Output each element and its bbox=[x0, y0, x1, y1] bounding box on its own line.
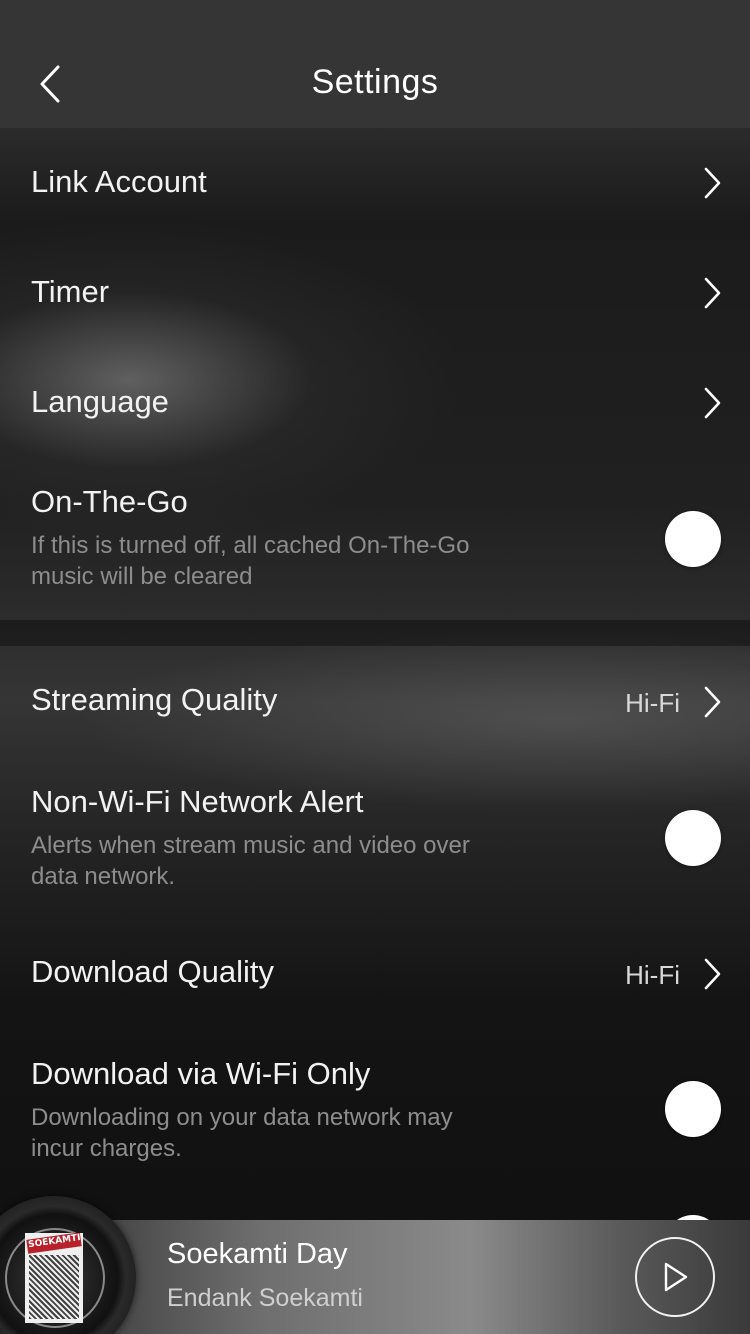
streaming-quality-row[interactable]: Streaming Quality Hi-Fi bbox=[0, 646, 750, 758]
download-wifi-only-description: Downloading on your data network may inc… bbox=[31, 1104, 453, 1162]
settings-screen: Settings Link Account Timer Language On-… bbox=[0, 0, 750, 1334]
timer-row[interactable]: Timer bbox=[0, 238, 750, 348]
chevron-right-icon bbox=[704, 958, 721, 990]
on-the-go-row: On-The-Go If this is turned off, all cac… bbox=[0, 458, 750, 620]
download-quality-label: Download Quality bbox=[31, 954, 274, 989]
album-art[interactable]: SOEKAMTI DAY bbox=[25, 1233, 83, 1323]
section-divider bbox=[0, 620, 750, 646]
non-wifi-alert-description: Alerts when stream music and video over … bbox=[31, 832, 470, 890]
play-button[interactable] bbox=[635, 1237, 715, 1317]
timer-label: Timer bbox=[31, 274, 110, 309]
on-the-go-description: If this is turned off, all cached On-The… bbox=[31, 532, 470, 590]
download-wifi-only-label: Download via Wi-Fi Only bbox=[31, 1056, 371, 1091]
link-account-label: Link Account bbox=[31, 164, 207, 199]
song-title: Soekamti Day bbox=[167, 1238, 348, 1270]
non-wifi-alert-row: Non-Wi-Fi Network Alert Alerts when stre… bbox=[0, 758, 750, 924]
language-label: Language bbox=[31, 384, 169, 419]
streaming-quality-label: Streaming Quality bbox=[31, 682, 278, 717]
on-the-go-toggle[interactable] bbox=[665, 511, 721, 567]
link-account-row[interactable]: Link Account bbox=[0, 128, 750, 238]
download-wifi-only-toggle[interactable] bbox=[665, 1081, 721, 1137]
streaming-quality-value: Hi-Fi bbox=[625, 688, 680, 718]
chevron-right-icon bbox=[704, 277, 721, 309]
page-title: Settings bbox=[311, 63, 439, 101]
song-artist: Endank Soekamti bbox=[167, 1284, 363, 1312]
chevron-right-icon bbox=[704, 686, 721, 718]
nav-header: Settings bbox=[0, 0, 750, 128]
chevron-right-icon bbox=[704, 387, 721, 419]
settings-section-quality: Streaming Quality Hi-Fi Non-Wi-Fi Networ… bbox=[0, 646, 750, 1220]
non-wifi-alert-toggle[interactable] bbox=[665, 810, 721, 866]
play-icon bbox=[664, 1262, 688, 1292]
language-row[interactable]: Language bbox=[0, 348, 750, 458]
chevron-right-icon bbox=[704, 167, 721, 199]
download-quality-row[interactable]: Download Quality Hi-Fi bbox=[0, 924, 750, 1024]
on-the-go-label: On-The-Go bbox=[31, 484, 188, 519]
download-wifi-only-row: Download via Wi-Fi Only Downloading on y… bbox=[0, 1024, 750, 1194]
download-quality-value: Hi-Fi bbox=[625, 960, 680, 990]
settings-section-general: Link Account Timer Language On-The-Go If… bbox=[0, 128, 750, 620]
non-wifi-alert-label: Non-Wi-Fi Network Alert bbox=[31, 784, 364, 819]
album-illustration bbox=[29, 1255, 79, 1319]
